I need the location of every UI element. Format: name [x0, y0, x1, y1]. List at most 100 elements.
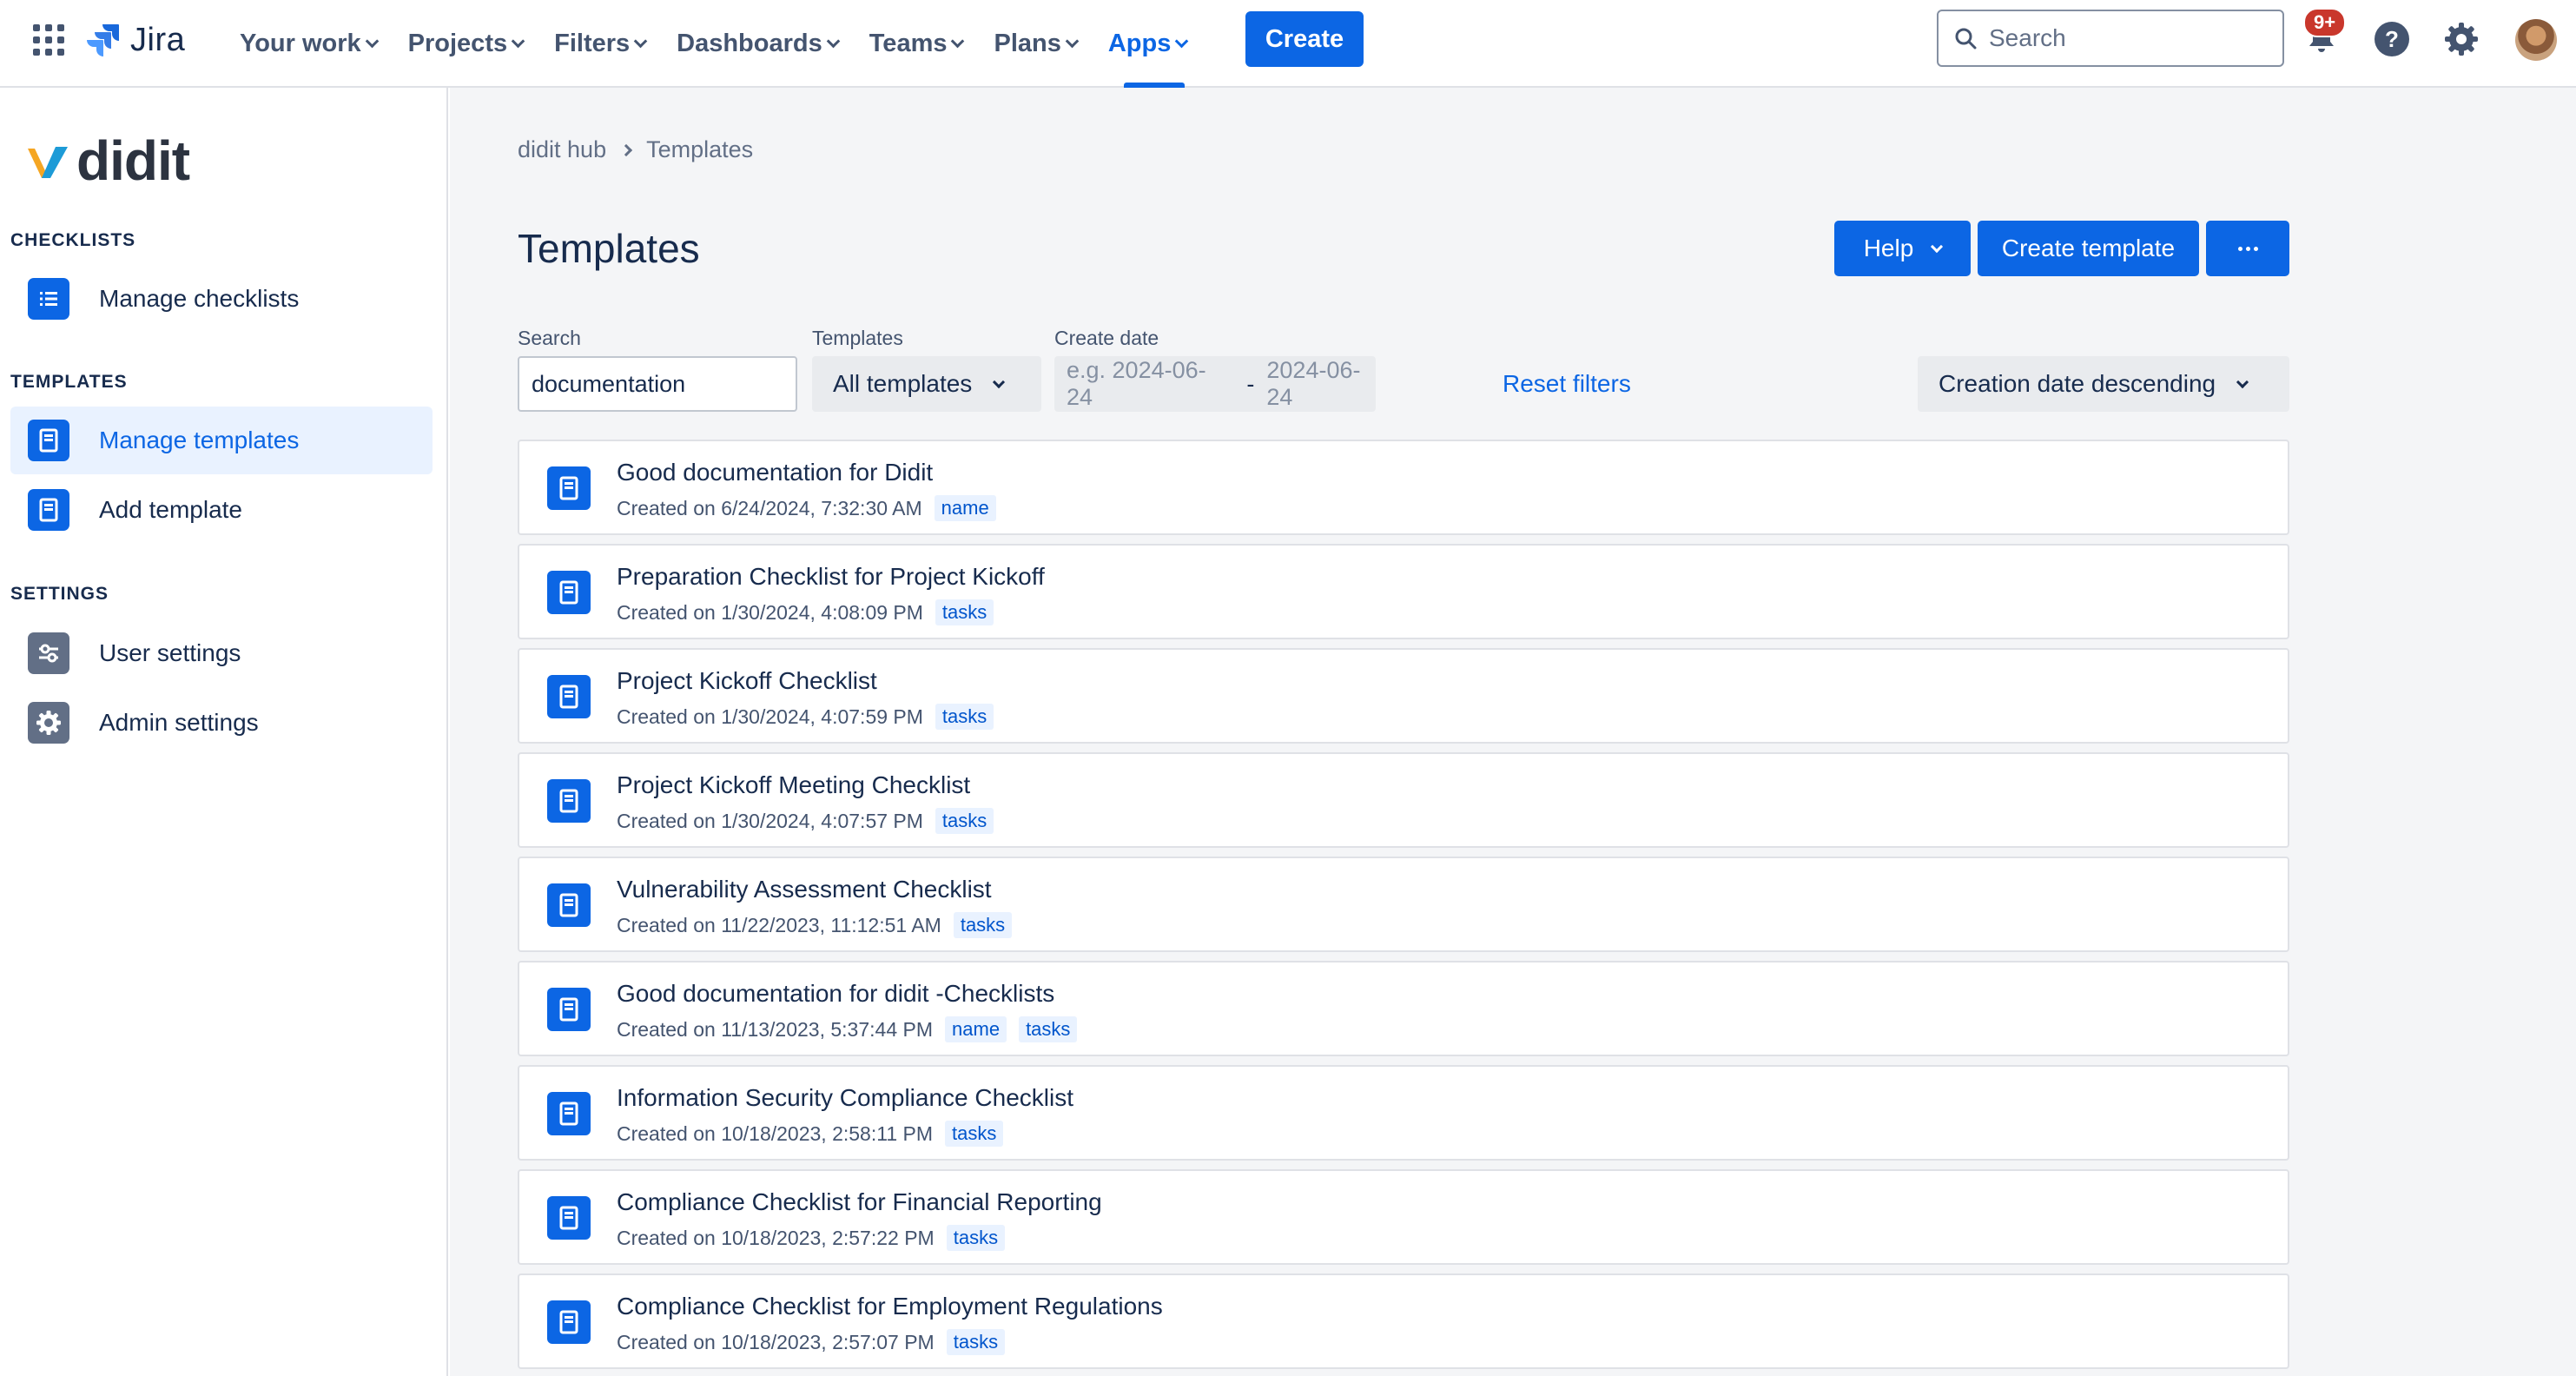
- help-icon: ?: [2375, 22, 2409, 56]
- settings-icon: [2445, 23, 2478, 56]
- sidebar-item-user-settings[interactable]: User settings: [10, 619, 433, 687]
- sidebar-item-label: Admin settings: [99, 709, 259, 736]
- main-nav: Your work Projects Filters Dashboards Te…: [224, 0, 1202, 88]
- nav-label: Your work: [240, 30, 361, 57]
- template-title[interactable]: Project Kickoff Meeting Checklist: [617, 771, 970, 799]
- section-title-checklists: CHECKLISTS: [10, 230, 136, 250]
- sort-value: Creation date descending: [1939, 370, 2216, 397]
- sidebar-item-manage-templates[interactable]: Manage templates: [10, 407, 433, 474]
- template-tag: tasks: [946, 1225, 1006, 1251]
- create-date-range[interactable]: e.g. 2024-06-24 - 2024-06-24: [1054, 356, 1376, 412]
- templates-filter-select[interactable]: All templates: [812, 356, 1041, 412]
- nav-projects[interactable]: Projects: [393, 0, 538, 88]
- breadcrumb-templates[interactable]: Templates: [646, 136, 753, 163]
- template-row[interactable]: Good documentation for didit -Checklists…: [518, 961, 2289, 1056]
- nav-your-work[interactable]: Your work: [224, 0, 393, 88]
- sidebar-item-add-template[interactable]: Add template: [10, 476, 433, 544]
- nav-label: Teams: [869, 30, 948, 57]
- template-row[interactable]: Vulnerability Assessment Checklist Create…: [518, 857, 2289, 952]
- chevron-down-icon: [633, 34, 648, 49]
- template-created-date: Created on 10/18/2023, 2:57:22 PM: [617, 1226, 935, 1249]
- template-row[interactable]: Preparation Checklist for Project Kickof…: [518, 544, 2289, 639]
- template-row[interactable]: Good documentation for Didit Created on 6…: [518, 440, 2289, 535]
- app-switcher-icon[interactable]: [33, 24, 64, 56]
- section-title-templates: TEMPLATES: [10, 372, 128, 392]
- date-from-input[interactable]: e.g. 2024-06-24: [1067, 357, 1217, 411]
- template-meta: Created on 11/22/2023, 11:12:51 AM tasks: [617, 912, 1013, 938]
- template-row[interactable]: Compliance Checklist for Financial Repor…: [518, 1169, 2289, 1265]
- template-icon: [547, 779, 591, 823]
- template-created-date: Created on 11/13/2023, 5:37:44 PM: [617, 1017, 934, 1041]
- nav-label: Filters: [554, 30, 631, 57]
- template-title[interactable]: Information Security Compliance Checklis…: [617, 1084, 1073, 1112]
- date-to-input[interactable]: 2024-06-24: [1266, 357, 1376, 411]
- template-created-date: Created on 10/18/2023, 2:57:07 PM: [617, 1330, 935, 1353]
- nav-plans[interactable]: Plans: [978, 0, 1092, 88]
- chevron-down-icon: [511, 34, 525, 49]
- nav-teams[interactable]: Teams: [854, 0, 979, 88]
- help-button-label: Help: [1863, 235, 1914, 261]
- template-title[interactable]: Good documentation for Didit: [617, 459, 933, 486]
- template-title[interactable]: Project Kickoff Checklist: [617, 667, 877, 695]
- search-placeholder: Search: [1989, 24, 2066, 51]
- template-search-input[interactable]: [518, 356, 797, 412]
- template-created-date: Created on 1/30/2024, 4:07:57 PM: [617, 809, 923, 832]
- sidebar-item-admin-settings[interactable]: Admin settings: [10, 689, 433, 757]
- sidebar-item-manage-checklists[interactable]: Manage checklists: [10, 265, 433, 333]
- template-icon: [547, 1300, 591, 1344]
- create-button[interactable]: Create: [1245, 11, 1364, 67]
- global-search-input[interactable]: Search: [1937, 10, 2284, 67]
- chevron-down-icon: [1175, 34, 1189, 49]
- template-title[interactable]: Good documentation for didit -Checklists: [617, 980, 1054, 1008]
- more-actions-button[interactable]: [2206, 221, 2289, 276]
- breadcrumb-didit-hub[interactable]: didit hub: [518, 136, 606, 163]
- template-meta: Created on 10/18/2023, 2:57:22 PM tasks: [617, 1225, 1006, 1251]
- templates-filter-value: All templates: [833, 370, 973, 397]
- main-content: didit hub Templates Templates Help Creat…: [450, 88, 2576, 1376]
- template-title[interactable]: Preparation Checklist for Project Kickof…: [617, 563, 1045, 591]
- avatar[interactable]: [2515, 19, 2557, 61]
- nav-dashboards[interactable]: Dashboards: [661, 0, 854, 88]
- template-tag: tasks: [935, 599, 994, 625]
- template-row[interactable]: Compliance Checklist for Employment Regu…: [518, 1273, 2289, 1369]
- nav-apps[interactable]: Apps: [1093, 0, 1203, 88]
- create-template-button[interactable]: Create template: [1978, 221, 2199, 276]
- page-title: Templates: [518, 226, 700, 271]
- help-dropdown-button[interactable]: Help: [1834, 221, 1971, 276]
- sidebar-item-label: Manage checklists: [99, 285, 300, 312]
- nav-filters[interactable]: Filters: [538, 0, 661, 88]
- top-navigation: Jira Your work Projects Filters Dashboar…: [0, 0, 2576, 88]
- template-icon: [547, 1196, 591, 1240]
- template-icon: [28, 420, 69, 461]
- template-created-date: Created on 6/24/2024, 7:32:30 AM: [617, 496, 922, 519]
- help-button[interactable]: ?: [2372, 19, 2412, 59]
- sidebar-item-label: User settings: [99, 639, 241, 666]
- sort-select[interactable]: Creation date descending: [1918, 356, 2289, 412]
- template-tag: tasks: [945, 1121, 1004, 1147]
- chevron-down-icon: [2236, 375, 2249, 388]
- svg-text:?: ?: [2385, 26, 2399, 52]
- template-icon: [547, 1092, 591, 1135]
- template-title[interactable]: Vulnerability Assessment Checklist: [617, 876, 992, 903]
- template-tag: name: [934, 495, 996, 521]
- template-title[interactable]: Compliance Checklist for Financial Repor…: [617, 1188, 1102, 1216]
- chevron-right-icon: [620, 143, 633, 156]
- settings-button[interactable]: [2441, 19, 2481, 59]
- sidebar-item-label: Manage templates: [99, 427, 300, 453]
- template-row[interactable]: Project Kickoff Checklist Created on 1/30…: [518, 648, 2289, 744]
- template-tag: tasks: [935, 808, 994, 834]
- reset-filters-link[interactable]: Reset filters: [1503, 370, 1631, 398]
- template-row[interactable]: Information Security Compliance Checklis…: [518, 1065, 2289, 1161]
- search-filter-label: Search: [518, 327, 581, 349]
- template-tag: name: [945, 1016, 1007, 1042]
- chevron-down-icon: [993, 375, 1006, 388]
- date-range-separator: -: [1246, 370, 1255, 397]
- jira-logo[interactable]: Jira: [83, 17, 185, 63]
- template-row[interactable]: Project Kickoff Meeting Checklist Created…: [518, 752, 2289, 848]
- search-icon: [1955, 28, 1977, 50]
- didit-checkmark-icon: [28, 147, 68, 178]
- more-icon: [2237, 246, 2258, 251]
- template-title[interactable]: Compliance Checklist for Employment Regu…: [617, 1293, 1163, 1320]
- chevron-down-icon: [1931, 240, 1944, 253]
- template-tag: tasks: [953, 912, 1013, 938]
